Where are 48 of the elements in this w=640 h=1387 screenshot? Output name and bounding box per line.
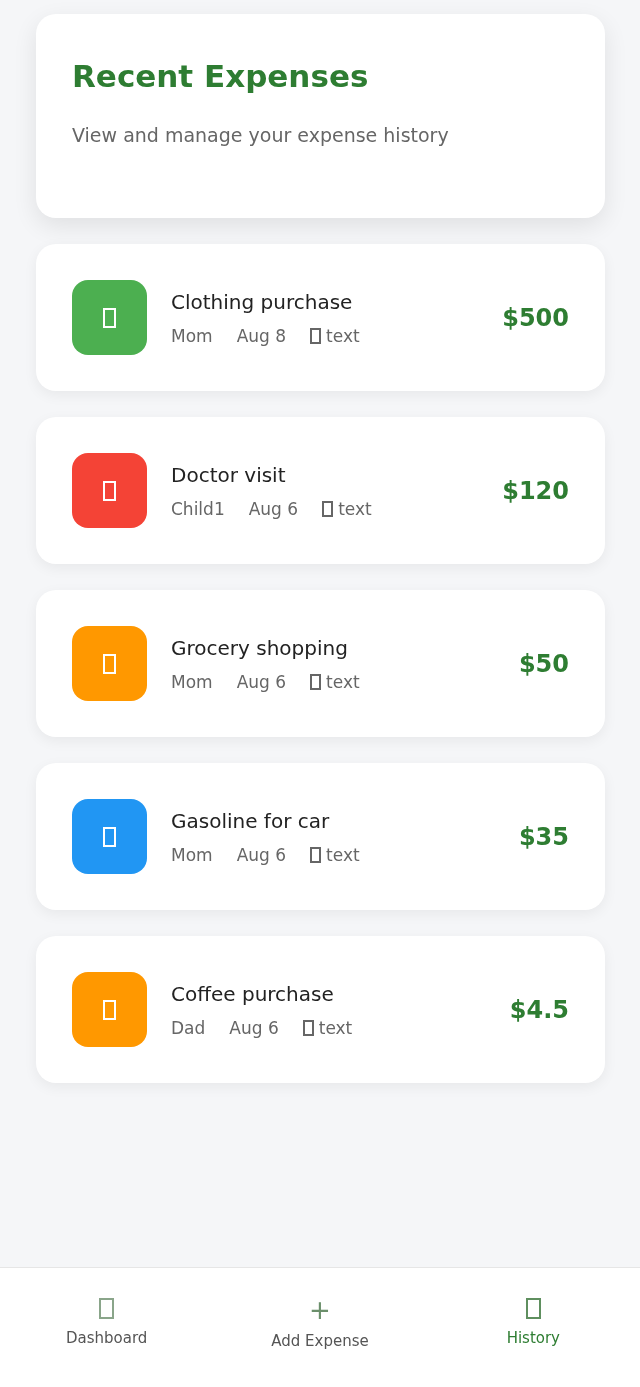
expense-date: Aug 6	[229, 1017, 279, 1038]
expense-amount: $120	[502, 476, 569, 505]
missing-glyph-icon	[302, 1019, 314, 1036]
missing-glyph-icon	[103, 653, 116, 674]
expense-card[interactable]: Doctor visit Child1 Aug 6 text $120	[36, 417, 605, 564]
expense-person: Mom	[171, 844, 213, 865]
expense-note: text	[326, 844, 360, 865]
expense-amount: $35	[518, 822, 569, 851]
expense-person: Dad	[171, 1017, 206, 1038]
expense-amount: $50	[518, 649, 569, 678]
nav-tab[interactable]: Dashboard	[0, 1268, 214, 1387]
nav-tab[interactable]: + Add Expense	[213, 1268, 427, 1387]
expense-note: text	[338, 498, 372, 519]
missing-glyph-icon	[310, 673, 322, 690]
expense-title: Doctor visit	[171, 462, 287, 487]
expense-card[interactable]: Gasoline for car Mom Aug 6 text $35	[36, 763, 605, 910]
missing-glyph-icon	[310, 846, 322, 863]
expense-date: Aug 6	[248, 498, 299, 519]
expense-title: Gasoline for car	[171, 808, 331, 833]
expense-person: Child1	[171, 498, 225, 519]
missing-glyph-icon	[322, 500, 334, 517]
expense-amount: $500	[502, 303, 569, 332]
missing-glyph-icon	[103, 999, 116, 1020]
missing-glyph-icon	[103, 826, 116, 847]
expense-date: Aug 6	[236, 844, 287, 865]
expense-note: text	[318, 1017, 353, 1038]
expense-card[interactable]: Coffee purchase Dad Aug 6 text $4.5	[36, 936, 605, 1083]
expense-date: Aug 6	[236, 671, 287, 692]
expense-person: Mom	[171, 325, 213, 346]
expense-card[interactable]: Clothing purchase Mom Aug 8 text $500	[36, 244, 605, 391]
expense-note: text	[326, 671, 360, 692]
page-title: Recent Expenses	[72, 58, 370, 94]
missing-glyph-icon	[525, 1298, 541, 1319]
expense-note: text	[326, 325, 360, 346]
expense-person: Mom	[171, 671, 213, 692]
plus-icon: +	[309, 1298, 331, 1322]
expense-title: Clothing purchase	[171, 289, 354, 314]
expense-date: Aug 8	[236, 325, 287, 346]
expense-title: Grocery shopping	[171, 635, 349, 660]
missing-glyph-icon	[103, 307, 116, 328]
missing-glyph-icon	[99, 1298, 115, 1319]
missing-glyph-icon	[310, 327, 322, 344]
expense-card[interactable]: Grocery shopping Mom Aug 6 text $50	[36, 590, 605, 737]
missing-glyph-icon	[103, 480, 116, 501]
page-subtitle: View and manage your expense history	[72, 124, 450, 146]
expense-amount: $4.5	[509, 995, 569, 1024]
nav-tab[interactable]: History	[426, 1268, 640, 1387]
expense-title: Coffee purchase	[171, 981, 335, 1006]
